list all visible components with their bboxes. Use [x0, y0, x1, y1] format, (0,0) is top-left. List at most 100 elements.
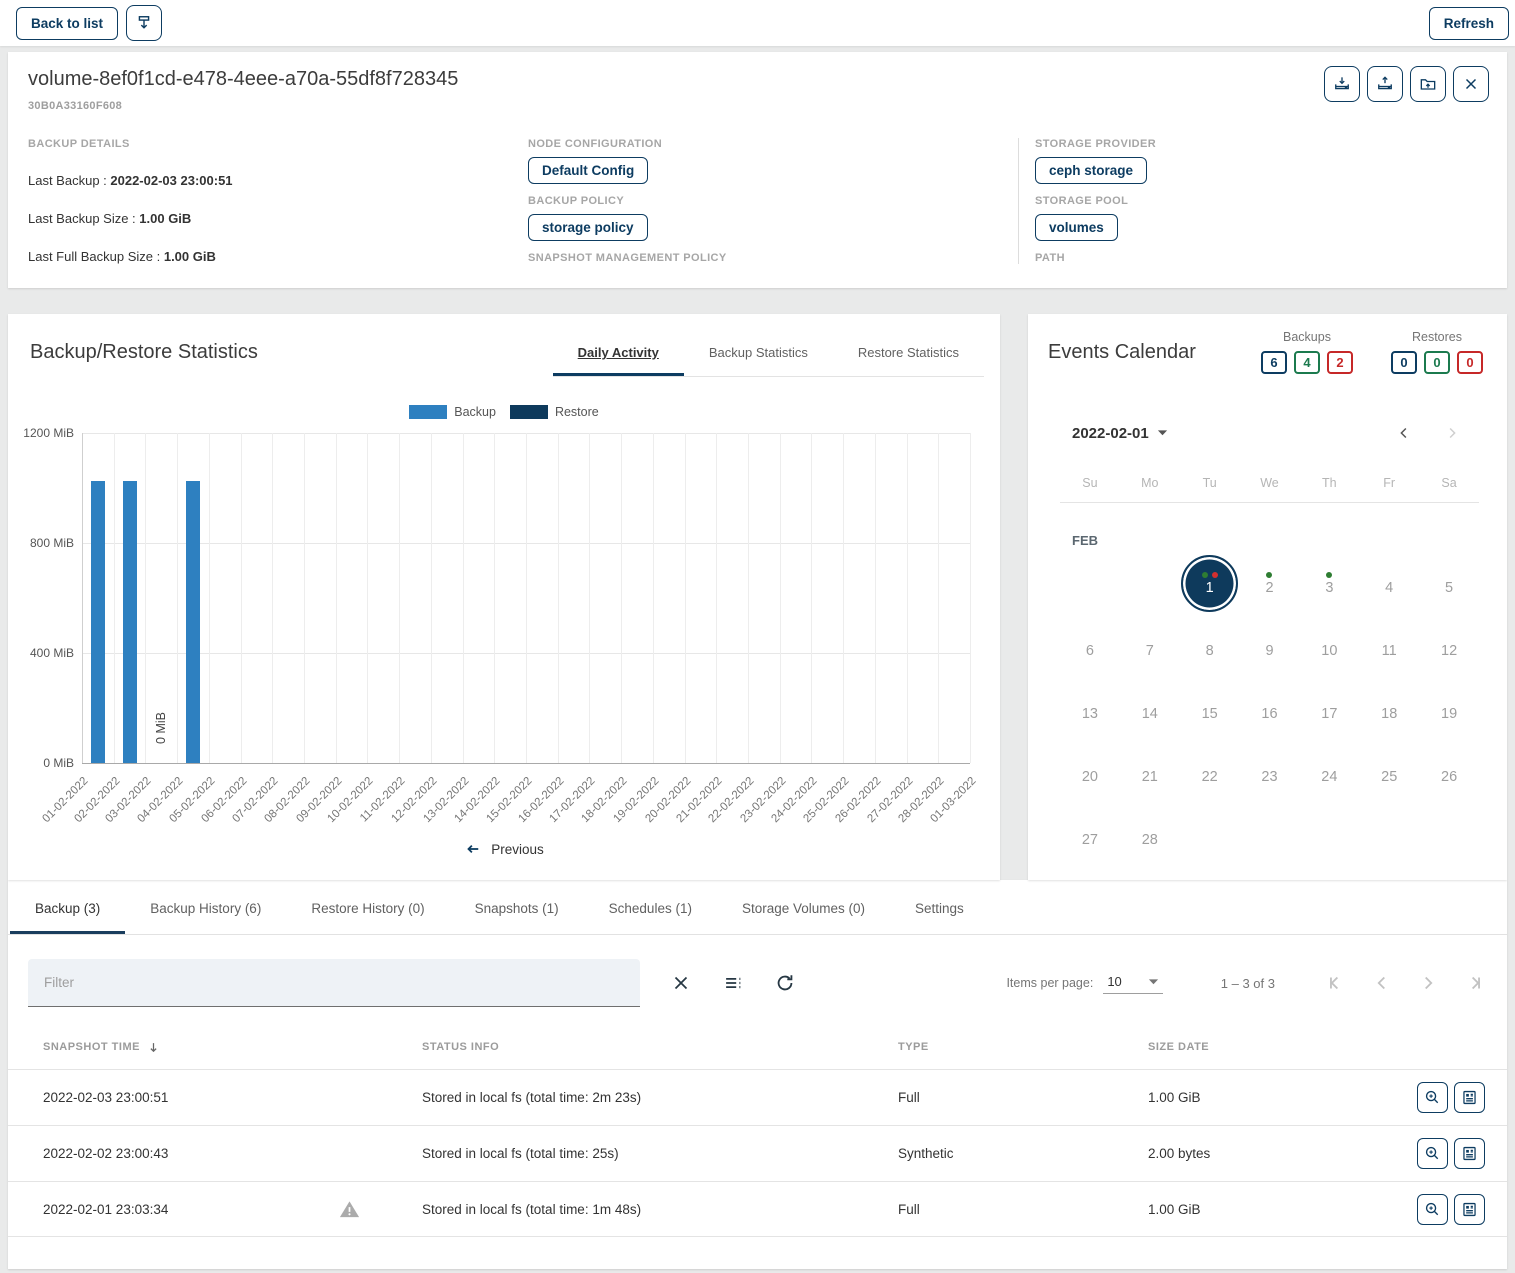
- calendar-day-11[interactable]: 11: [1382, 634, 1397, 659]
- chart-gridline-v: [463, 433, 464, 763]
- column-type[interactable]: TYPE: [898, 1041, 1148, 1053]
- calendar-day-20[interactable]: 20: [1082, 760, 1098, 785]
- items-per-page-select[interactable]: 10: [1103, 972, 1162, 994]
- calendar-day-15[interactable]: 15: [1202, 697, 1218, 722]
- export-filter-button[interactable]: [126, 5, 162, 41]
- calendar-day-13[interactable]: 13: [1082, 697, 1098, 722]
- calendar-day-2[interactable]: 2: [1265, 571, 1273, 596]
- calendar-day-10[interactable]: 10: [1321, 634, 1337, 659]
- cell-type: Full: [898, 1090, 1148, 1105]
- snapshot-report-button[interactable]: [1454, 1194, 1485, 1225]
- sort-descending-icon: [146, 1040, 161, 1055]
- stats-tab-daily-activity[interactable]: Daily Activity: [553, 330, 684, 376]
- backup-bar: [123, 481, 137, 763]
- inspect-snapshot-button[interactable]: [1417, 1194, 1448, 1225]
- event-dot-green: [1202, 572, 1208, 578]
- calendar-day-24[interactable]: 24: [1321, 760, 1337, 785]
- chart-gridline-v: [241, 433, 242, 763]
- columns-button[interactable]: [722, 972, 744, 994]
- mount-backup-icon: [1332, 74, 1352, 94]
- calendar-day-cell: 17: [1299, 678, 1359, 741]
- unmount-backup-button[interactable]: [1367, 66, 1403, 102]
- snapshot-management-policy-label: SNAPSHOT MANAGEMENT POLICY: [528, 252, 1018, 264]
- close-detail-button[interactable]: [1453, 66, 1489, 102]
- calendar-day-4[interactable]: 4: [1385, 571, 1393, 596]
- calendar-day-12[interactable]: 12: [1441, 634, 1457, 659]
- chart-gridline-v: [716, 433, 717, 763]
- last-page-button[interactable]: [1461, 970, 1487, 996]
- calendar-day-19[interactable]: 19: [1441, 697, 1457, 722]
- calendar-day-18[interactable]: 18: [1381, 697, 1397, 722]
- column-size-date[interactable]: SIZE DATE: [1148, 1041, 1393, 1053]
- calendar-day-1-selected[interactable]: 1: [1181, 555, 1238, 612]
- inspect-snapshot-button[interactable]: [1417, 1082, 1448, 1113]
- next-page-button[interactable]: [1415, 970, 1441, 996]
- calendar-day-27[interactable]: 27: [1082, 823, 1098, 848]
- chart-gridline-v: [653, 433, 654, 763]
- calendar-day-cell: 22: [1180, 741, 1240, 804]
- backups-count-badge: 4: [1294, 351, 1320, 374]
- file-recovery-icon: [1418, 74, 1438, 94]
- restores-count-badge: 0: [1391, 351, 1417, 374]
- chart-previous-link[interactable]: Previous: [8, 840, 1000, 858]
- calendar-day-22[interactable]: 22: [1202, 760, 1218, 785]
- calendar-day-7[interactable]: 7: [1146, 634, 1154, 659]
- first-page-button[interactable]: [1323, 970, 1349, 996]
- snapshot-report-button[interactable]: [1454, 1082, 1485, 1113]
- calendar-prev-month-button[interactable]: [1391, 420, 1417, 446]
- calendar-day-cell: 27: [1060, 804, 1120, 867]
- storage-pool-chip[interactable]: volumes: [1035, 214, 1118, 241]
- day-number: 14: [1142, 706, 1158, 722]
- tab-backup-3[interactable]: Backup (3): [10, 880, 125, 934]
- mount-backup-button[interactable]: [1324, 66, 1360, 102]
- storage-provider-chip[interactable]: ceph storage: [1035, 157, 1147, 184]
- column-snapshot-time[interactable]: SNAPSHOT TIME: [8, 1040, 338, 1055]
- snapshot-report-button[interactable]: [1454, 1138, 1485, 1169]
- calendar-day-28[interactable]: 28: [1142, 823, 1158, 848]
- chart-gridline-v: [938, 433, 939, 763]
- inspect-snapshot-button[interactable]: [1417, 1138, 1448, 1169]
- column-status-info[interactable]: STATUS INFO: [422, 1041, 898, 1053]
- calendar-day-26[interactable]: 26: [1441, 760, 1457, 785]
- tab-backup-history-6[interactable]: Backup History (6): [125, 880, 286, 934]
- chart-gridline-v: [558, 433, 559, 763]
- calendar-day-17[interactable]: 17: [1321, 697, 1337, 722]
- tab-settings[interactable]: Settings: [890, 880, 989, 934]
- reload-table-button[interactable]: [774, 972, 796, 994]
- tab-storage-volumes-0[interactable]: Storage Volumes (0): [717, 880, 890, 934]
- chart-gridline-v: [272, 433, 273, 763]
- file-recovery-button[interactable]: [1410, 66, 1446, 102]
- calendar-day-3[interactable]: 3: [1325, 571, 1333, 596]
- refresh-button[interactable]: Refresh: [1429, 7, 1509, 40]
- tab-schedules-1[interactable]: Schedules (1): [584, 880, 717, 934]
- day-number: 21: [1142, 769, 1158, 785]
- tab-snapshots-1[interactable]: Snapshots (1): [450, 880, 584, 934]
- weekday-th: Th: [1299, 476, 1359, 490]
- back-to-list-button[interactable]: Back to list: [16, 7, 118, 40]
- calendar-day-9[interactable]: 9: [1265, 634, 1273, 659]
- calendar-day-25[interactable]: 25: [1381, 760, 1397, 785]
- calendar-day-cell: 3: [1299, 552, 1359, 615]
- calendar-day-cell: 4: [1359, 552, 1419, 615]
- node-configuration-chip[interactable]: Default Config: [528, 157, 648, 184]
- chart-gridline-v: [177, 433, 178, 763]
- calendar-day-21[interactable]: 21: [1142, 760, 1158, 785]
- filter-input[interactable]: [28, 975, 640, 990]
- stats-tab-restore-statistics[interactable]: Restore Statistics: [833, 330, 984, 376]
- calendar-day-16[interactable]: 16: [1261, 697, 1277, 722]
- calendar-day-23[interactable]: 23: [1261, 760, 1277, 785]
- calendar-date-selector[interactable]: 2022-02-01: [1072, 425, 1168, 442]
- calendar-day-6[interactable]: 6: [1086, 634, 1094, 659]
- stats-tab-backup-statistics[interactable]: Backup Statistics: [684, 330, 833, 376]
- cell-snapshot-time: 2022-02-03 23:00:51: [8, 1090, 338, 1105]
- tab-restore-history-0[interactable]: Restore History (0): [286, 880, 449, 934]
- clear-filter-button[interactable]: [670, 972, 692, 994]
- prev-page-button[interactable]: [1369, 970, 1395, 996]
- calendar-next-month-button[interactable]: [1439, 420, 1465, 446]
- backup-policy-chip[interactable]: storage policy: [528, 214, 648, 241]
- calendar-day-14[interactable]: 14: [1142, 697, 1158, 722]
- calendar-day-5[interactable]: 5: [1445, 571, 1453, 596]
- calendar-day-cell: 28: [1120, 804, 1180, 867]
- y-axis-tick-label: 0 MiB: [14, 756, 74, 770]
- calendar-day-8[interactable]: 8: [1206, 634, 1214, 659]
